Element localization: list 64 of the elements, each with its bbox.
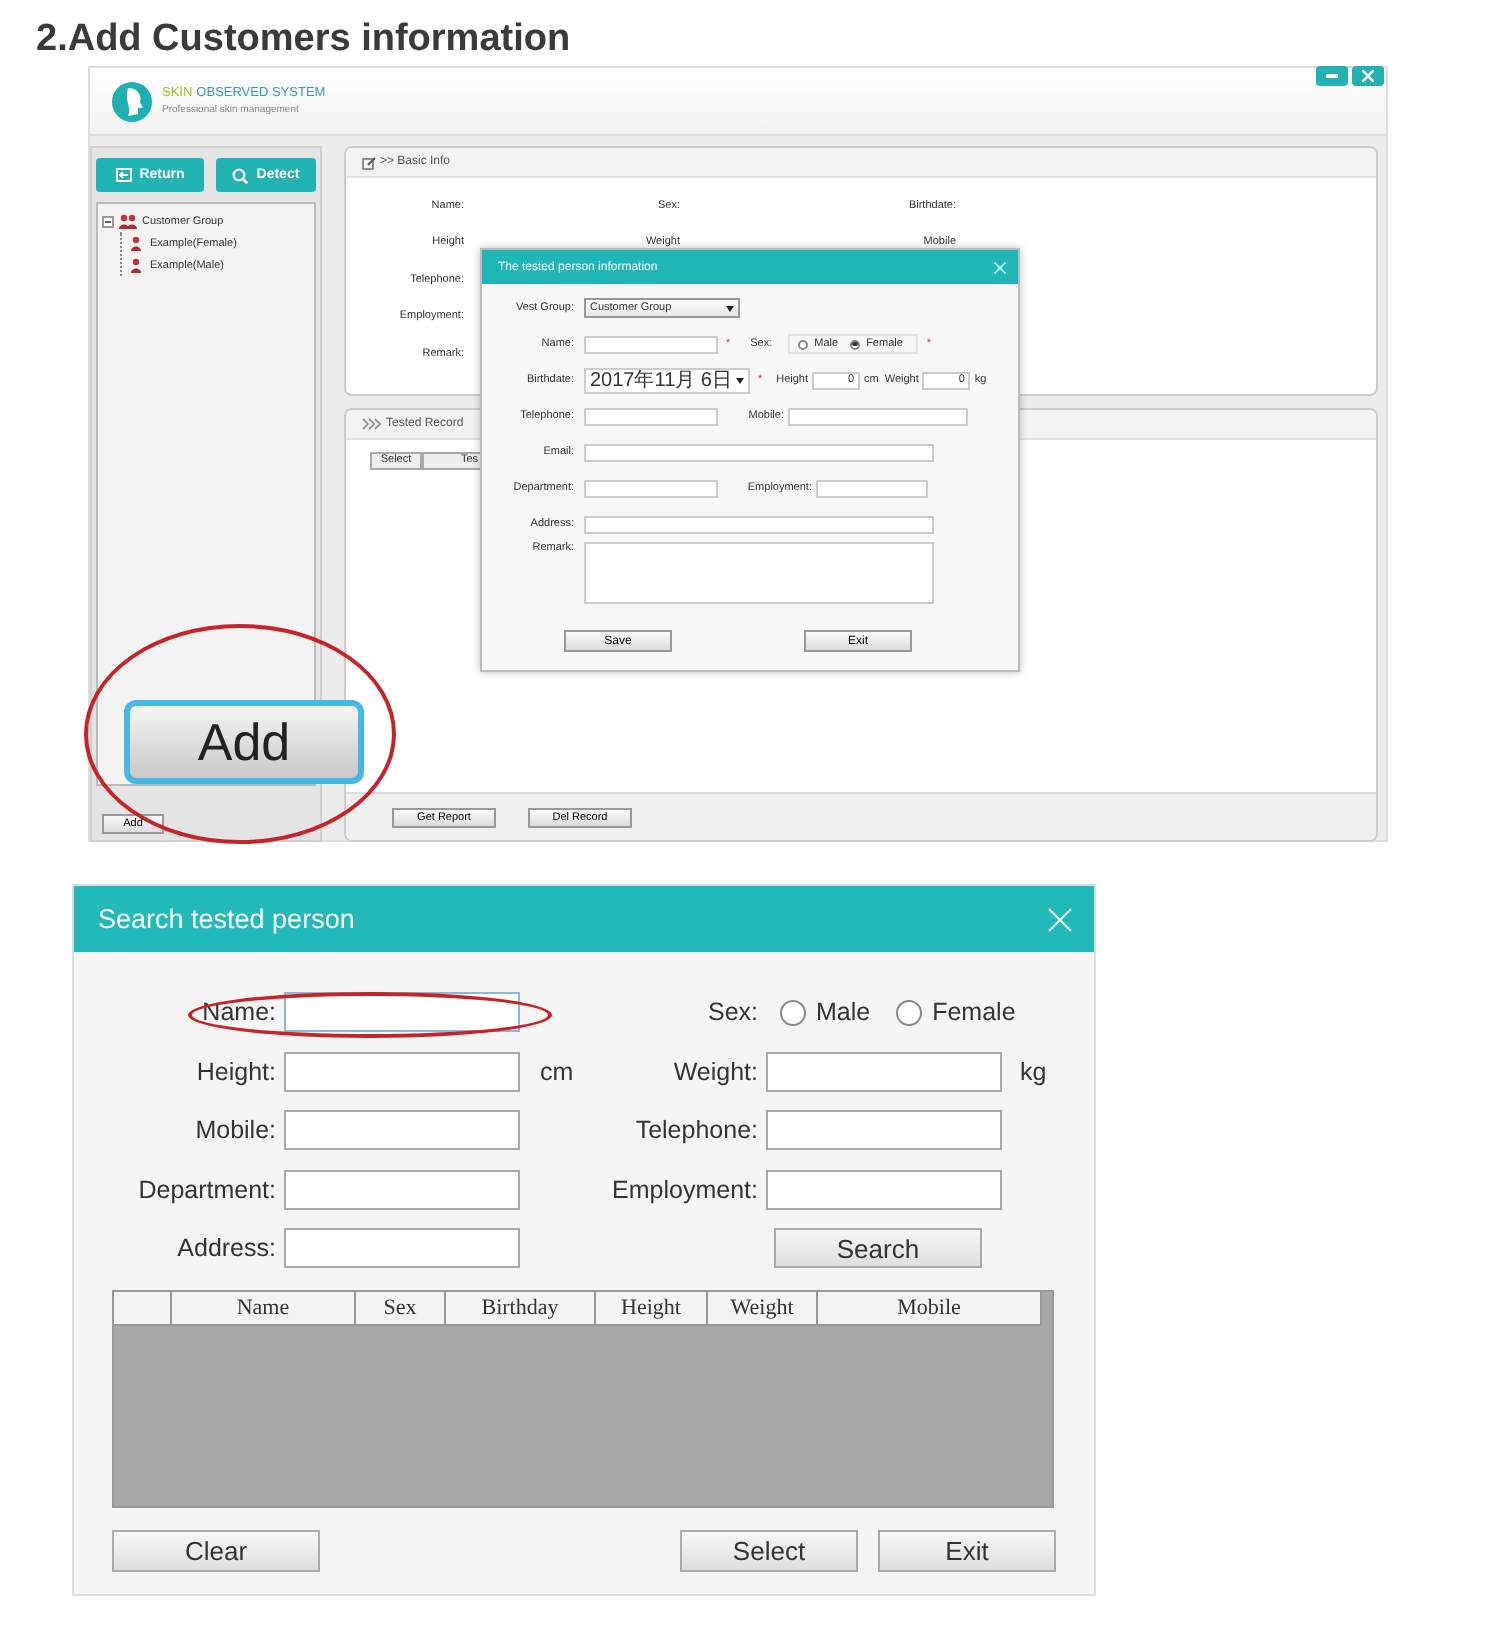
date-picker[interactable]: 2017年11月 6日	[584, 367, 750, 393]
input-field[interactable]	[788, 407, 968, 425]
chevrons-icon	[362, 418, 382, 430]
dialog-button[interactable]: Exit	[878, 1530, 1056, 1572]
input-field[interactable]	[766, 1051, 1002, 1091]
close-icon[interactable]	[1048, 907, 1072, 931]
unit-label: kg	[1020, 1057, 1047, 1085]
input-field[interactable]	[284, 1110, 520, 1150]
caret-icon	[735, 377, 744, 383]
collapse-icon[interactable]	[102, 215, 114, 227]
input-field[interactable]	[766, 1169, 1002, 1209]
dialog-title: Search tested person	[98, 904, 355, 934]
input-field[interactable]	[584, 407, 718, 425]
logo-icon	[110, 79, 154, 123]
field-label: Telephone:	[633, 1116, 758, 1144]
radio-label[interactable]: Male	[816, 998, 871, 1026]
search-button[interactable]: Search	[774, 1228, 982, 1268]
input-field[interactable]	[584, 515, 934, 533]
input-field[interactable]	[584, 479, 718, 497]
group-icon	[118, 213, 138, 229]
field-label: Department:	[136, 1175, 276, 1203]
radio-button[interactable]	[896, 999, 923, 1025]
table-header-cell: Name	[172, 1292, 356, 1326]
person-icon	[130, 257, 142, 273]
page-heading: 2.Add Customers information	[36, 16, 573, 64]
minimize-button[interactable]	[1316, 66, 1348, 86]
pencil-icon	[362, 155, 376, 169]
magnifier-icon	[232, 167, 249, 183]
input-field[interactable]	[284, 1169, 520, 1209]
table-header-cell: Birthday	[446, 1292, 596, 1326]
table-header-cell: Height	[596, 1292, 708, 1326]
field-label: Weight:	[671, 1057, 758, 1085]
field-label: Name:	[200, 998, 276, 1026]
dialog-button[interactable]: Clear	[112, 1530, 320, 1572]
unit-label: cm	[538, 1057, 576, 1085]
table-header-cell: Mobile	[818, 1292, 1042, 1326]
table-header-cell: Sex	[356, 1292, 446, 1326]
input-field[interactable]	[766, 1110, 1002, 1150]
input-field[interactable]	[584, 335, 718, 353]
input-field[interactable]	[284, 992, 520, 1032]
input-field[interactable]	[284, 1051, 520, 1091]
radio-button[interactable]	[780, 999, 806, 1025]
input-field[interactable]	[284, 1228, 520, 1268]
field-label: Sex:	[705, 998, 758, 1026]
field-label: Mobile:	[193, 1116, 276, 1144]
close-icon	[1362, 70, 1374, 82]
add-button[interactable]: Add	[124, 700, 364, 784]
table-header-cell: Weight	[708, 1292, 818, 1326]
remark-textarea[interactable]	[584, 542, 934, 604]
input-field[interactable]	[584, 443, 934, 461]
caret-icon	[726, 305, 734, 311]
radio-label[interactable]: Female	[932, 998, 1016, 1026]
field-label: Height:	[194, 1057, 276, 1085]
input-field[interactable]	[816, 479, 928, 497]
person-icon	[130, 235, 142, 251]
field-label: Employment:	[610, 1175, 758, 1203]
radio-button[interactable]	[850, 339, 861, 349]
minimize-icon	[1326, 74, 1338, 78]
field-label: Address:	[175, 1234, 276, 1262]
dialog-button[interactable]: Select	[680, 1530, 858, 1572]
return-icon	[115, 168, 132, 182]
close-button[interactable]	[1352, 66, 1384, 86]
close-icon[interactable]	[994, 261, 1006, 273]
radio-button[interactable]	[798, 339, 809, 349]
